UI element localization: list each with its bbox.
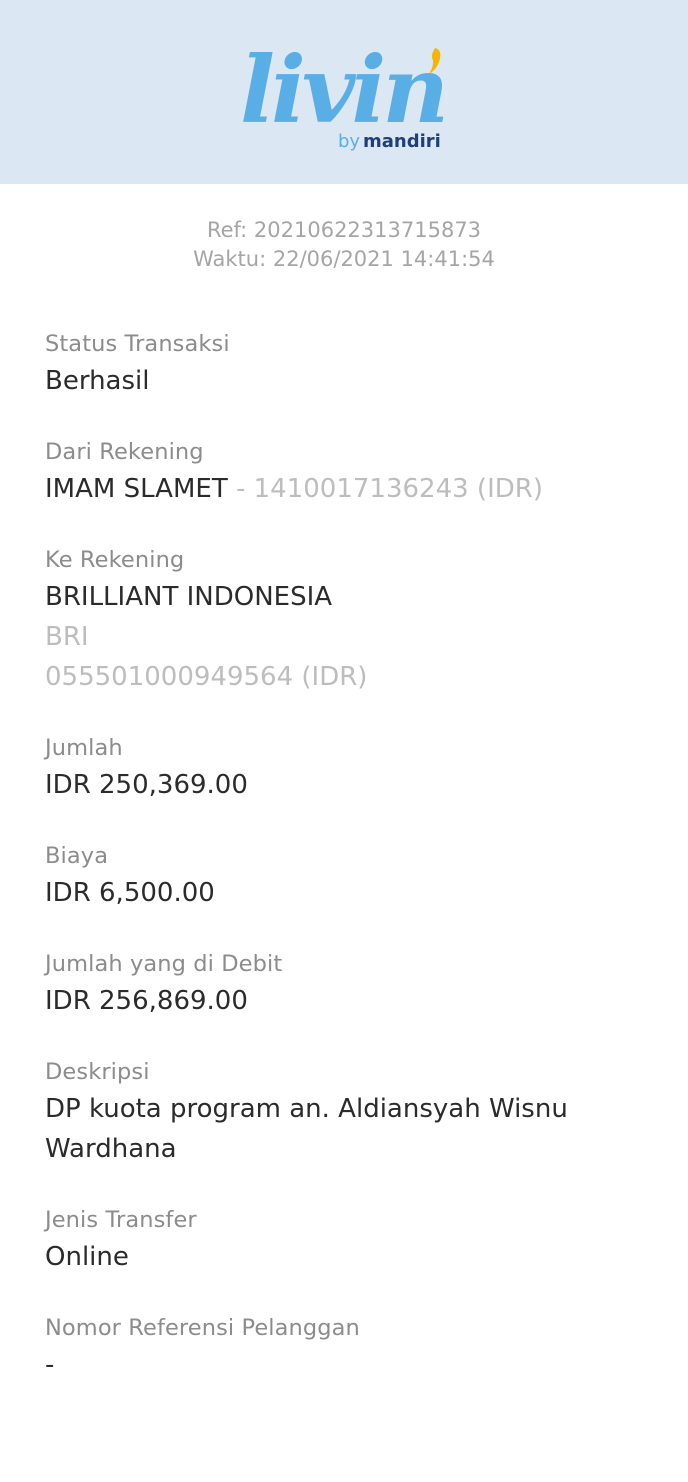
receipt-meta: Ref: 20210622313715873 Waktu: 22/06/2021… <box>0 216 688 274</box>
transfer-type-label: Jenis Transfer <box>45 1207 197 1233</box>
header-banner: livin' by mandiri <box>0 0 688 184</box>
from-account-label: Dari Rekening <box>45 439 204 465</box>
detail-amount: Jumlah IDR 250,369.00 <box>45 731 643 805</box>
debited-label: Jumlah yang di Debit <box>45 951 283 977</box>
customer-ref-value: - <box>45 1350 55 1380</box>
detail-from-account: Dari Rekening IMAM SLAMET - 141001713624… <box>45 435 643 509</box>
amount-value: IDR 250,369.00 <box>45 770 248 800</box>
detail-to-account: Ke Rekening BRILLIANT INDONESIA BRI 0555… <box>45 543 643 697</box>
from-account-value: IMAM SLAMET - 1410017136243 (IDR) <box>45 469 643 509</box>
logo-wordmark: livin' <box>240 36 450 144</box>
from-account-number: - 1410017136243 (IDR) <box>227 474 543 504</box>
description-value: DP kuota program an. Aldiansyah Wisnu Wa… <box>45 1094 568 1164</box>
customer-ref-label: Nomor Referensi Pelanggan <box>45 1315 360 1341</box>
detail-description: Deskripsi DP kuota program an. Aldiansya… <box>45 1055 643 1169</box>
logo-by-text: by <box>338 131 360 152</box>
amount-label: Jumlah <box>45 735 123 761</box>
logo-mandiri-text: mandiri <box>363 131 441 152</box>
fee-label: Biaya <box>45 843 109 869</box>
status-label: Status Transaksi <box>45 331 230 357</box>
debited-value: IDR 256,869.00 <box>45 986 248 1016</box>
fee-value: IDR 6,500.00 <box>45 878 215 908</box>
from-account-name: IMAM SLAMET <box>45 474 228 504</box>
livin-mandiri-logo: livin' by mandiri <box>238 28 450 156</box>
transfer-type-value: Online <box>45 1242 129 1272</box>
transaction-details: Status Transaksi Berhasil Dari Rekening … <box>0 327 688 1385</box>
description-label: Deskripsi <box>45 1059 150 1085</box>
detail-fee: Biaya IDR 6,500.00 <box>45 839 643 913</box>
detail-transfer-type: Jenis Transfer Online <box>45 1203 643 1277</box>
detail-customer-ref: Nomor Referensi Pelanggan - <box>45 1311 643 1385</box>
detail-debited: Jumlah yang di Debit IDR 256,869.00 <box>45 947 643 1021</box>
transaction-time: Waktu: 22/06/2021 14:41:54 <box>193 247 495 271</box>
to-account-label: Ke Rekening <box>45 547 185 573</box>
to-account-number: 055501000949564 (IDR) <box>45 662 368 692</box>
to-account-name: BRILLIANT INDONESIA <box>45 582 333 612</box>
to-account-bank: BRI <box>45 622 89 652</box>
reference-number: Ref: 20210622313715873 <box>206 218 482 242</box>
detail-status: Status Transaksi Berhasil <box>45 327 643 401</box>
status-value: Berhasil <box>45 366 150 396</box>
